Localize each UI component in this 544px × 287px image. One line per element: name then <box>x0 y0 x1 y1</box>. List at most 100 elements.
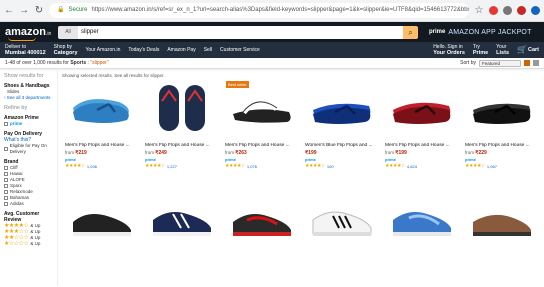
star-rating-icon: ★★★★☆ <box>225 163 245 169</box>
nav-link[interactable]: Your Amazon.in <box>86 47 121 53</box>
price-prefix: from <box>225 150 234 155</box>
sort-dropdown[interactable]: Featured <box>479 59 521 67</box>
brand-checkbox[interactable]: Adidas <box>4 201 53 207</box>
search-button[interactable]: ⌕ <box>403 25 418 39</box>
price-value: ₹219 <box>75 150 87 156</box>
prime-checkbox[interactable]: prime <box>4 121 53 127</box>
deliver-line2: Mumbai 400012 <box>5 50 46 56</box>
product-image[interactable] <box>465 83 539 133</box>
nav-link[interactable]: Customer Service <box>220 47 260 53</box>
product-card[interactable] <box>62 184 142 274</box>
pod-checkbox[interactable]: Eligible for Pay On Delivery <box>4 143 53 155</box>
grid-view-icon[interactable] <box>533 60 539 66</box>
product-rating[interactable]: ★★★★☆ 1,067 <box>465 163 539 169</box>
prime-badge: prime <box>145 157 156 162</box>
lock-icon: 🔒 <box>57 7 65 13</box>
extension-icon[interactable] <box>517 6 526 15</box>
search-category-dropdown[interactable]: All <box>58 25 78 39</box>
product-image[interactable] <box>385 83 459 133</box>
product-rating[interactable]: ★★★★☆ 1,036 <box>65 163 139 169</box>
product-image[interactable] <box>225 83 299 133</box>
list-view-icon[interactable] <box>524 60 530 66</box>
product-card[interactable] <box>462 184 542 274</box>
product-card[interactable]: Best seller Men's Flip Flops and House .… <box>222 80 302 184</box>
slide-sandal-icon <box>233 98 291 123</box>
product-card[interactable] <box>222 184 302 274</box>
reload-icon[interactable]: ↻ <box>34 5 44 16</box>
checkbox-icon <box>4 147 8 151</box>
product-card[interactable]: Men's Flip Flops and House ... from ₹229… <box>462 80 542 184</box>
forward-icon[interactable]: → <box>19 5 29 16</box>
product-image[interactable] <box>385 187 459 257</box>
nav-link[interactable]: Today's Deals <box>128 47 159 53</box>
cart-button[interactable]: 🛒 Cart <box>517 44 539 56</box>
product-card[interactable]: Men's Flip Flops and House ... from ₹219… <box>62 80 142 184</box>
product-row <box>62 184 542 274</box>
brand-label: Adidas <box>10 201 24 206</box>
try-prime[interactable]: Try Prime <box>473 44 488 56</box>
product-image[interactable] <box>145 83 219 133</box>
nav-link[interactable]: Sell <box>204 47 212 53</box>
address-bar[interactable]: 🔒 Secure https://www.amazon.in/s/ref=sr_… <box>49 3 469 18</box>
product-title[interactable]: Men's Flip Flops and House ... <box>385 143 459 148</box>
profile-icon[interactable] <box>531 6 540 15</box>
price-prefix: from <box>145 150 154 155</box>
product-image[interactable] <box>65 83 139 133</box>
results-count: 1-48 of over 1,000 results for <box>5 60 69 66</box>
product-card[interactable] <box>382 184 462 274</box>
sort-label: Sort by <box>460 60 476 66</box>
extension-icon[interactable] <box>489 6 498 15</box>
flip-flop-icon <box>313 103 371 124</box>
review-label: & Up <box>30 241 41 246</box>
your-lists[interactable]: Your Lists <box>496 44 509 56</box>
deliver-to[interactable]: Deliver to Mumbai 400012 <box>5 44 46 56</box>
product-rating[interactable]: ★★★★☆ 100 <box>305 163 379 169</box>
results-query: "slipper" <box>90 60 109 66</box>
logo-suffix: .in <box>45 31 52 37</box>
review-filter-1[interactable]: ★☆☆☆☆ & Up <box>4 241 53 247</box>
product-card[interactable] <box>142 184 222 274</box>
product-grid: Showing selected results. See all result… <box>58 69 544 286</box>
bookmark-star-icon[interactable]: ☆ <box>474 5 484 16</box>
product-image[interactable] <box>465 187 539 257</box>
product-rating[interactable]: ★★★★☆ 1,227 <box>145 163 219 169</box>
back-icon[interactable]: ← <box>4 5 14 16</box>
review-count: 1,036 <box>86 163 97 169</box>
product-price: ₹199 <box>305 150 379 156</box>
product-title[interactable]: Men's Flip Flops and House ... <box>145 143 219 148</box>
product-card[interactable]: Men's Flip Flops and House ... from ₹199… <box>382 80 462 184</box>
search-input[interactable]: slipper <box>78 25 403 39</box>
product-rating[interactable]: ★★★★☆ 1,076 <box>225 163 299 169</box>
checkbox-icon <box>4 196 8 200</box>
product-image[interactable] <box>305 187 379 257</box>
browser-toolbar: ← → ↻ 🔒 Secure https://www.amazon.in/s/r… <box>0 0 544 22</box>
product-image[interactable] <box>145 187 219 257</box>
price-value: ₹249 <box>155 150 167 156</box>
product-title[interactable]: Women's Blue Flip Flops and ... <box>305 143 379 148</box>
product-title[interactable]: Men's Flip Flops and House ... <box>225 143 299 148</box>
product-card[interactable] <box>302 184 382 274</box>
flip-flop-icon <box>393 102 451 124</box>
sneaker-icon <box>393 212 451 236</box>
results-scope: Sports <box>70 60 87 66</box>
star-rating-icon: ★★★★☆ <box>145 163 165 169</box>
product-rating[interactable]: ★★★★☆ 4,824 <box>385 163 459 169</box>
product-image[interactable] <box>65 187 139 257</box>
product-card[interactable]: Women's Blue Flip Flops and ... ₹199 pri… <box>302 80 382 184</box>
see-all-link[interactable]: › See all 3 departments <box>4 95 53 101</box>
flip-flop-icon <box>473 103 531 124</box>
promo-banner[interactable]: prime AMAZON APP JACKPOT <box>429 29 532 36</box>
product-title[interactable]: Men's Flip Flops and House ... <box>465 143 539 148</box>
product-card[interactable]: Men's Flip Flops and House ... from ₹249… <box>142 80 222 184</box>
review-count: 1,227 <box>166 163 177 169</box>
amazon-logo[interactable]: amazon.in <box>5 26 53 41</box>
account-menu[interactable]: Hello. Sign in Your Orders <box>433 44 465 56</box>
product-title[interactable]: Men's Flip Flops and House ... <box>65 143 139 148</box>
product-image[interactable] <box>225 187 299 257</box>
amazon-subnav: Deliver to Mumbai 400012 Shop by Categor… <box>0 42 544 58</box>
extension-icon[interactable] <box>503 6 512 15</box>
nav-link[interactable]: Amazon Pay <box>167 47 195 53</box>
shop-by-category[interactable]: Shop by Category <box>54 44 78 56</box>
shop-by-line2: Category <box>53 50 78 56</box>
product-image[interactable] <box>305 83 379 133</box>
